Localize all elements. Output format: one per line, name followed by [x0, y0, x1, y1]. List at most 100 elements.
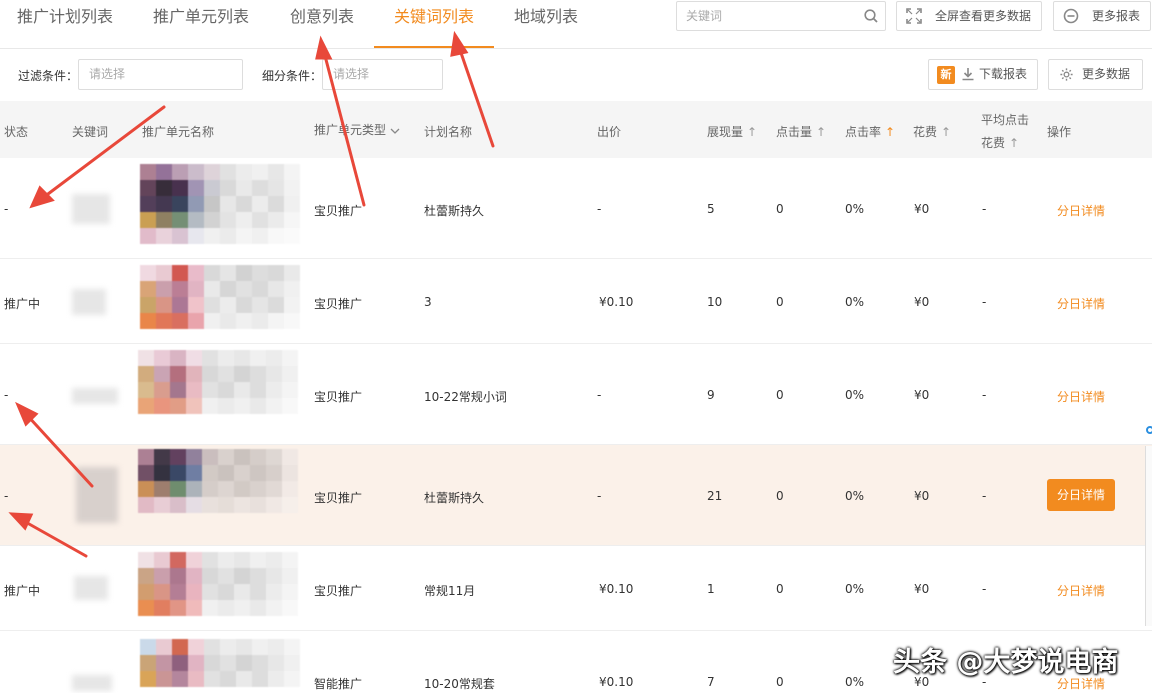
row-plan-name: 常规11月 — [424, 584, 476, 598]
product-image-redacted — [138, 449, 298, 513]
floating-indicator — [1146, 426, 1152, 434]
gear-icon — [1060, 68, 1073, 81]
row-plan-name: 杜蕾斯持久 — [424, 204, 485, 218]
filter-select[interactable]: 请选择 — [78, 59, 243, 90]
row-cost: ¥0 — [914, 582, 930, 596]
row-plan-name: 10-22常规小词 — [424, 390, 507, 404]
sort-up-icon: ↑ — [747, 125, 758, 139]
header-action: 操作 — [1047, 125, 1072, 139]
row-avg-cpc: - — [982, 388, 987, 402]
tab-unit-list[interactable]: 推广单元列表 — [153, 0, 249, 48]
header-plan-name: 计划名称 — [424, 125, 473, 139]
daily-detail-link[interactable]: 分日详情 — [1057, 295, 1105, 312]
reports-icon — [1063, 8, 1079, 24]
row-bid: ¥0.10 — [599, 582, 634, 596]
more-data-label: 更多数据 — [1082, 67, 1131, 81]
side-panel-edge — [1145, 446, 1152, 626]
keyword-search-input[interactable] — [677, 2, 847, 30]
table-header: 状态 关键词 推广单元名称 推广单元类型 计划名称 出价 展现量 ↑ 点击量 ↑ 点… — [0, 101, 1152, 158]
product-image-redacted — [138, 552, 298, 616]
table-row: - 宝贝推广 杜蕾斯持久 - 5 0 0% ¥0 - 分日详情 — [0, 158, 1152, 259]
download-icon — [962, 68, 974, 81]
tab-creative-list[interactable]: 创意列表 — [290, 0, 354, 48]
segment-select[interactable]: 请选择 — [322, 59, 443, 90]
more-data-button[interactable]: 更多数据 — [1048, 59, 1143, 90]
row-status: - — [4, 388, 9, 402]
tab-region-list[interactable]: 地域列表 — [514, 0, 578, 48]
tab-bar: 推广计划列表 推广单元列表 创意列表 关键词列表 地域列表 全屏查看更多数据 — [0, 0, 1152, 49]
product-image-redacted — [138, 350, 298, 414]
row-cost: ¥0 — [914, 202, 930, 216]
tab-plan-list[interactable]: 推广计划列表 — [17, 0, 113, 48]
daily-detail-link[interactable]: 分日详情 — [1057, 388, 1105, 405]
row-plan-name: 10-20常规套 — [424, 677, 495, 691]
keyword-redacted — [74, 576, 108, 600]
download-report-button[interactable]: 新 下载报表 — [928, 59, 1038, 90]
row-impressions: 10 — [707, 295, 723, 309]
header-unit-type[interactable]: 推广单元类型 — [314, 121, 400, 138]
tab-keyword-list[interactable]: 关键词列表 — [394, 0, 474, 48]
header-avg-cpc-line2: 花费 — [981, 136, 1006, 150]
keyword-redacted — [72, 388, 118, 404]
daily-detail-link[interactable]: 分日详情 — [1057, 582, 1105, 599]
daily-detail-button[interactable]: 分日详情 — [1047, 479, 1115, 511]
keyword-redacted — [72, 194, 110, 224]
keyword-redacted — [72, 675, 112, 691]
row-ctr: 0% — [845, 388, 865, 402]
fullscreen-label: 全屏查看更多数据 — [935, 9, 1032, 23]
row-ctr: 0% — [845, 202, 865, 216]
row-plan-name: 杜蕾斯持久 — [424, 491, 485, 505]
row-clicks: 0 — [776, 295, 784, 309]
row-ctr: 0% — [845, 582, 865, 596]
row-unit-type: 宝贝推广 — [314, 297, 363, 311]
row-bid: - — [597, 489, 602, 503]
row-cost: ¥0 — [914, 295, 930, 309]
header-clicks[interactable]: 点击量 ↑ — [776, 123, 826, 140]
header-clicks-label: 点击量 — [776, 125, 813, 139]
row-ctr: 0% — [845, 295, 865, 309]
header-keyword: 关键词 — [72, 125, 109, 139]
row-plan-name: 3 — [424, 295, 432, 309]
row-clicks: 0 — [776, 202, 784, 216]
row-clicks: 0 — [776, 388, 784, 402]
more-reports-label: 更多报表 — [1092, 9, 1141, 23]
header-impressions[interactable]: 展现量 ↑ — [707, 123, 757, 140]
more-reports-button[interactable]: 更多报表 — [1053, 1, 1151, 31]
row-ctr: 0% — [845, 489, 865, 503]
row-impressions: 21 — [707, 489, 723, 503]
daily-detail-link[interactable]: 分日详情 — [1057, 202, 1105, 219]
header-cost[interactable]: 花费 ↑ — [913, 123, 951, 140]
row-unit-type: 宝贝推广 — [314, 204, 363, 218]
header-ctr[interactable]: 点击率 ↑ — [845, 123, 895, 140]
active-tab-indicator — [374, 46, 494, 48]
row-bid: - — [597, 388, 602, 402]
filter-label: 过滤条件： — [18, 69, 79, 83]
row-unit-type: 宝贝推广 — [314, 584, 363, 598]
row-bid: ¥0.10 — [599, 675, 634, 689]
chevron-down-icon — [390, 128, 400, 134]
row-avg-cpc: - — [982, 489, 987, 503]
segment-label: 细分条件： — [262, 69, 323, 83]
row-clicks: 0 — [776, 582, 784, 596]
row-impressions: 9 — [707, 388, 715, 402]
row-avg-cpc: - — [982, 582, 987, 596]
header-avg-cpc[interactable]: 花费 ↑ — [981, 134, 1019, 151]
header-status: 状态 — [4, 125, 29, 139]
sort-up-icon: ↑ — [941, 125, 952, 139]
row-clicks: 0 — [776, 675, 784, 689]
header-avg-cpc-line1: 平均点击 — [981, 113, 1030, 127]
sort-up-icon: ↑ — [816, 125, 827, 139]
row-unit-type: 宝贝推广 — [314, 390, 363, 404]
watermark: 头条 @大梦说电商 — [893, 647, 1119, 678]
row-status: - — [4, 489, 9, 503]
search-icon[interactable] — [863, 8, 879, 24]
keyword-redacted — [76, 467, 118, 523]
row-ctr: 0% — [845, 675, 865, 689]
keyword-search — [676, 1, 886, 31]
header-cost-label: 花费 — [913, 125, 938, 139]
row-unit-type: 智能推广 — [314, 677, 363, 691]
header-unit-type-label: 推广单元类型 — [314, 123, 387, 137]
row-impressions: 1 — [707, 582, 715, 596]
fullscreen-button[interactable]: 全屏查看更多数据 — [896, 1, 1042, 31]
row-status: - — [4, 202, 9, 216]
